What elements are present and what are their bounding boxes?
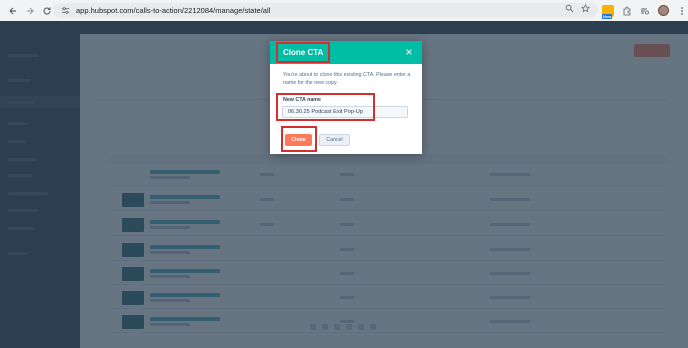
dialog-description: You're about to clone this existing CTA.… (283, 72, 411, 86)
profile-avatar[interactable] (658, 5, 669, 16)
back-icon[interactable] (6, 4, 20, 18)
extension-badge: New (602, 13, 613, 19)
new-cta-name-label: New CTA name (283, 97, 321, 103)
zoom-icon[interactable] (564, 3, 574, 13)
bookmark-star-icon[interactable] (580, 3, 590, 13)
close-icon[interactable] (404, 47, 414, 57)
site-info-icon[interactable] (61, 6, 70, 15)
dialog-title: Clone CTA (283, 48, 324, 57)
address-bar[interactable]: app.hubspot.com/calls-to-action/2212084/… (53, 3, 598, 18)
new-cta-name-input[interactable] (282, 106, 408, 118)
extensions-puzzle-icon[interactable] (622, 6, 632, 16)
clone-cta-dialog: Clone CTA You're about to clone this exi… (270, 41, 422, 154)
dialog-header: Clone CTA (270, 41, 422, 64)
extension-new-icon[interactable]: New (602, 4, 614, 19)
url-text: app.hubspot.com/calls-to-action/2212084/… (76, 6, 271, 15)
clone-button[interactable]: Clone (285, 134, 312, 146)
cancel-button[interactable]: Cancel (319, 134, 350, 146)
reload-icon[interactable] (40, 4, 54, 18)
more-menu-icon[interactable] (677, 6, 687, 16)
forward-icon[interactable] (23, 4, 37, 18)
tab-search-icon[interactable] (640, 6, 650, 16)
browser-toolbar: app.hubspot.com/calls-to-action/2212084/… (0, 0, 688, 21)
